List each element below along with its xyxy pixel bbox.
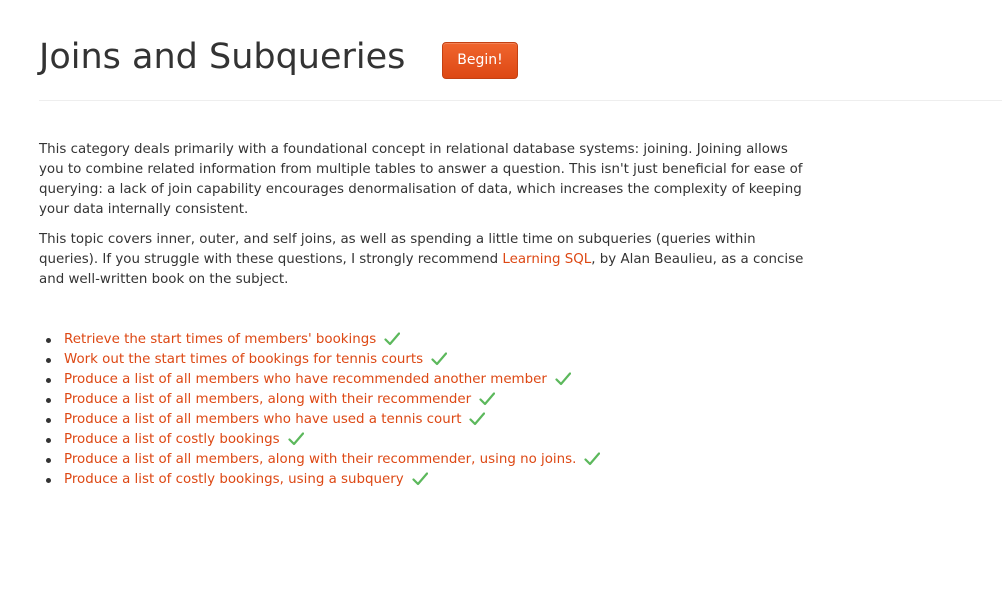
checkmark-icon [469,412,486,426]
exercise-list-item: Retrieve the start times of members' boo… [46,330,600,350]
category-description: This category deals primarily with a fou… [39,140,809,300]
intro-paragraph-2: This topic covers inner, outer, and self… [39,230,809,290]
exercise-list-item: Produce a list of all members, along wit… [46,450,601,470]
page-header: Joins and Subqueries Begin! [39,30,1002,101]
checkmark-icon [384,332,401,346]
exercise-link[interactable]: Produce a list of all members, along wit… [64,452,576,467]
exercise-link[interactable]: Produce a list of all members, along wit… [64,392,471,407]
bullet-icon [46,418,51,423]
bullet-icon [46,458,51,463]
bullet-icon [46,438,51,443]
exercise-link[interactable]: Produce a list of all members who have r… [64,372,547,387]
exercise-link[interactable]: Produce a list of costly bookings [64,432,280,447]
exercise-list-item: Produce a list of all members who have r… [46,370,600,390]
exercise-list-item: Work out the start times of bookings for… [46,350,600,370]
exercise-link[interactable]: Retrieve the start times of members' boo… [64,332,376,347]
begin-button[interactable]: Begin! [442,42,518,79]
checkmark-icon [584,452,601,466]
exercise-list-item: Produce a list of costly bookings [46,430,600,450]
page: Joins and Subqueries Begin! This categor… [0,0,1002,590]
checkmark-icon [288,432,304,446]
checkmark-icon [412,472,428,486]
exercise-list: Retrieve the start times of members' boo… [39,330,601,490]
page-title: Joins and Subqueries [39,37,406,77]
exercise-list-item: Produce a list of all members, along wit… [46,390,600,410]
exercise-link[interactable]: Produce a list of costly bookings, using… [64,472,404,487]
checkmark-icon [479,392,496,406]
bullet-icon [46,338,51,343]
exercise-list-item: Produce a list of all members who have u… [46,410,600,430]
checkmark-icon [555,372,571,386]
learning-sql-link[interactable]: Learning SQL [502,252,591,267]
bullet-icon [46,378,51,383]
bullet-icon [46,478,51,483]
intro-paragraph-1: This category deals primarily with a fou… [39,142,803,217]
exercise-link[interactable]: Work out the start times of bookings for… [64,352,423,367]
bullet-icon [46,358,51,363]
checkmark-icon [431,352,448,366]
exercise-list-item: Produce a list of costly bookings, using… [46,470,600,490]
bullet-icon [46,398,51,403]
exercise-link[interactable]: Produce a list of all members who have u… [64,412,461,427]
